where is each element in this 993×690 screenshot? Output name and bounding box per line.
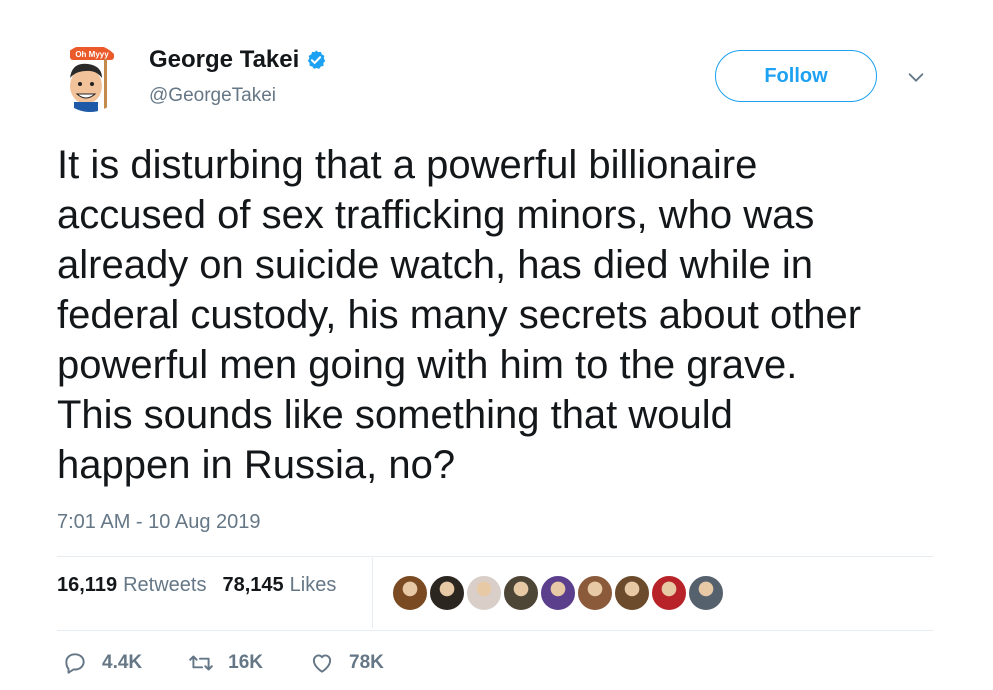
like-count: 78K [349, 652, 384, 673]
retweets-label[interactable]: Retweets [123, 574, 206, 597]
retweet-icon [189, 655, 213, 671]
tweet-timestamp[interactable]: 7:01 AM - 10 Aug 2019 [57, 511, 261, 534]
user-name[interactable]: George Takei [149, 46, 299, 74]
divider [57, 556, 933, 557]
tweet-line: It is disturbing that a powerful billion… [57, 143, 758, 187]
liker-avatars [391, 574, 725, 612]
retweet-count: 16K [228, 652, 263, 673]
likes-count[interactable]: 78,145 [222, 574, 283, 597]
tweet-actions: 4.4K 16K 78K [62, 650, 430, 676]
reply-icon [65, 653, 85, 674]
liker-avatar[interactable] [576, 574, 614, 612]
liker-avatar[interactable] [687, 574, 725, 612]
user-handle[interactable]: @GeorgeTakei [149, 85, 276, 107]
liker-avatar[interactable] [502, 574, 540, 612]
stats-divider [372, 558, 373, 628]
reply-count: 4.4K [102, 652, 143, 673]
avatar-illustration: Oh Myyy [70, 47, 114, 112]
tweet-line: happen in Russia, no? [57, 443, 456, 487]
like-button[interactable]: 78K [309, 650, 384, 676]
tweet-text: It is disturbing that a powerful billion… [57, 140, 957, 490]
verified-badge-icon [308, 50, 326, 69]
tweet-line: powerful men going with him to the grave… [57, 343, 798, 387]
chevron-down-icon[interactable] [905, 66, 927, 88]
liker-avatar[interactable] [428, 574, 466, 612]
liker-avatar[interactable] [613, 574, 651, 612]
tweet-line: federal custody, his many secrets about … [57, 293, 862, 337]
heart-icon [312, 654, 332, 673]
liker-avatar[interactable] [650, 574, 688, 612]
liker-avatar[interactable] [539, 574, 577, 612]
liker-avatar[interactable] [465, 574, 503, 612]
follow-button[interactable]: Follow [715, 50, 877, 102]
likes-label[interactable]: Likes [290, 574, 337, 597]
tweet-line: already on suicide watch, has died while… [57, 243, 813, 287]
avatar[interactable]: Oh Myyy [56, 44, 124, 112]
tweet-line: This sounds like something that would [57, 393, 733, 437]
tweet-line: accused of sex trafficking minors, who w… [57, 193, 815, 237]
retweet-button[interactable]: 16K [188, 650, 263, 676]
reply-button[interactable]: 4.4K [62, 650, 142, 676]
divider [57, 630, 933, 631]
avatar-sign-text: Oh Myyy [75, 50, 109, 59]
liker-avatar[interactable] [391, 574, 429, 612]
retweets-count[interactable]: 16,119 [57, 574, 117, 597]
tweet-stats: 16,119 Retweets 78,145 Likes [57, 574, 352, 597]
